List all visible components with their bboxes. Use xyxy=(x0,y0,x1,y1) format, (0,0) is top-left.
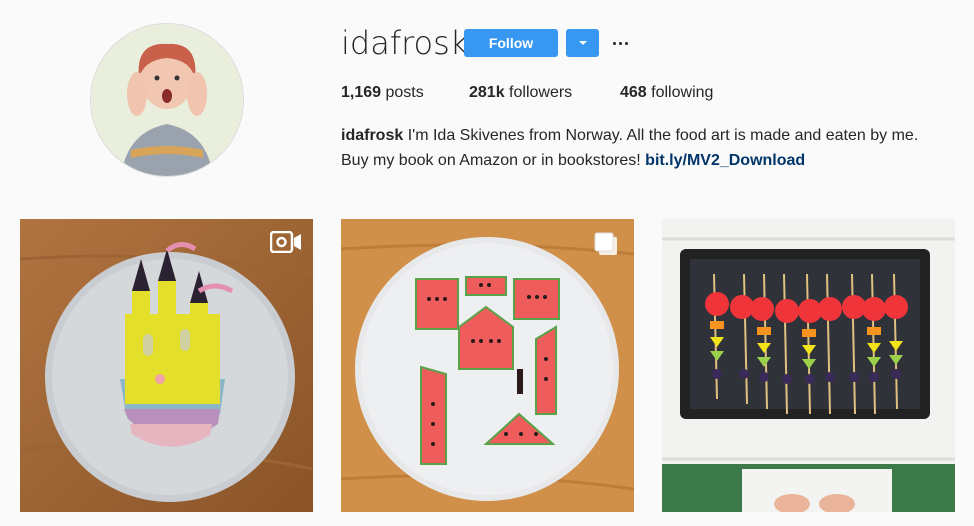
post-thumbnail[interactable] xyxy=(341,219,634,512)
follow-button[interactable]: Follow xyxy=(464,29,558,57)
stat-posts: 1,169 posts xyxy=(341,83,424,103)
more-dot-icon xyxy=(612,41,616,45)
post-image xyxy=(662,219,955,512)
posts-count: 1,169 xyxy=(341,84,382,101)
stat-followers[interactable]: 281k followers xyxy=(469,83,572,103)
bio-line-1: I'm Ida Skivenes from Norway. All the fo… xyxy=(407,127,919,144)
bio-line-2: Buy my book on Amazon or in bookstores! xyxy=(341,152,641,169)
suggestions-dropdown-button[interactable] xyxy=(566,29,599,57)
post-image xyxy=(20,219,313,512)
post-image xyxy=(341,219,634,512)
profile-avatar xyxy=(90,23,244,177)
following-count: 468 xyxy=(620,84,647,101)
video-camera-icon xyxy=(270,231,301,253)
profile-bio: idafrosk I'm Ida Skivenes from Norway. A… xyxy=(341,123,961,173)
more-options-button[interactable] xyxy=(611,32,629,54)
stat-following[interactable]: 468 following xyxy=(620,83,713,103)
profile-username: idafrosk xyxy=(341,24,469,62)
followers-label: followers xyxy=(509,84,573,101)
bio-link[interactable]: bit.ly/MV2_Download xyxy=(645,152,805,169)
post-thumbnail[interactable] xyxy=(662,219,955,512)
more-dot-icon xyxy=(624,41,628,45)
post-thumbnail[interactable] xyxy=(20,219,313,512)
more-dot-icon xyxy=(618,41,622,45)
multiple-photos-icon xyxy=(594,232,617,255)
bio-name: idafrosk xyxy=(341,127,404,144)
following-label: following xyxy=(651,84,714,101)
caret-down-icon xyxy=(578,41,587,45)
posts-label: posts xyxy=(385,84,424,101)
followers-count: 281k xyxy=(469,84,505,101)
